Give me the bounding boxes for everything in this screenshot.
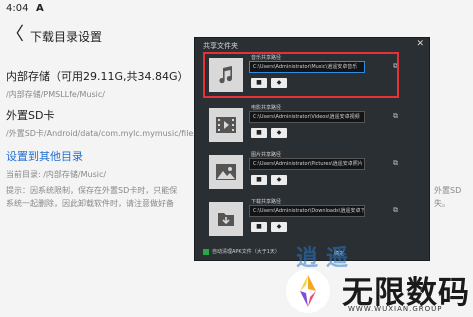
note-line-2-tail: 失。 xyxy=(434,199,450,208)
download-share-label: 下载共享路径 xyxy=(251,199,282,205)
sd-card-label: 外置SD卡 xyxy=(6,109,55,122)
android-explore-button[interactable]: ◆ xyxy=(271,175,287,185)
video-share-item: 电影共享路径 C:\Users\Administrator\Videos\逍遥安… xyxy=(205,104,410,144)
status-bar: 4:04 A xyxy=(0,0,473,18)
highlight-annotation xyxy=(203,52,399,98)
internal-storage-label: 内部存储（可用29.11G,共34.84G） xyxy=(6,70,189,83)
android-icon: ◆ xyxy=(276,129,282,136)
picture-path-input[interactable]: C:\Users\Administrator\Pictures\逍遥安卓照片 xyxy=(249,158,365,170)
windows-explore-button[interactable]: ■ xyxy=(251,222,267,232)
download-share-item: 下载共享路径 C:\Users\Administrator\Downloads\… xyxy=(205,198,410,238)
other-directory-link[interactable]: 设置到其他目录 xyxy=(6,148,106,164)
close-icon[interactable]: ✕ xyxy=(416,39,424,49)
wuxian-watermark: 无限数码 WWW.WUXIAN.GROUP xyxy=(282,255,473,317)
open-folder-icon[interactable]: ⧉ xyxy=(393,112,398,121)
android-icon: ◆ xyxy=(276,223,282,230)
picture-icon xyxy=(209,155,243,189)
windows-explore-button[interactable]: ■ xyxy=(251,128,267,138)
auto-clean-apk-label: 自动清理APK文件（大于1天） xyxy=(212,249,280,255)
open-folder-icon[interactable]: ⧉ xyxy=(393,159,398,168)
video-path-input[interactable]: C:\Users\Administrator\Videos\逍遥安卓视频 xyxy=(249,111,365,123)
android-icon: ◆ xyxy=(276,176,282,183)
picture-share-label: 图片共享路径 xyxy=(251,152,282,158)
watermark-url: WWW.WUXIAN.GROUP xyxy=(348,305,443,313)
open-folder-icon[interactable]: ⧉ xyxy=(393,206,398,215)
sd-card-option[interactable]: 外置SD卡 /外置SD卡/Android/data/com.mylc.mymus… xyxy=(6,107,200,139)
windows-icon: ■ xyxy=(256,129,262,136)
windows-explore-button[interactable]: ■ xyxy=(251,175,267,185)
back-icon[interactable]: 〈 xyxy=(6,24,24,46)
wuxian-logo-icon xyxy=(286,269,330,313)
sd-card-path: /外置SD卡/Android/data/com.mylc.mymusic/fil… xyxy=(6,129,201,138)
internal-storage-option[interactable]: 内部存储（可用29.11G,共34.84G） /内部存储/PMSLLfe/Mus… xyxy=(6,68,189,100)
other-directory-option[interactable]: 设置到其他目录 当前目录: /内部存储/Music/ xyxy=(6,148,106,180)
video-share-label: 电影共享路径 xyxy=(251,105,282,111)
auto-clean-apk-option[interactable]: 自动清理APK文件（大于1天） xyxy=(203,248,280,255)
download-path-input[interactable]: C:\Users\Administrator\Downloads\逍遥安卓下载 xyxy=(249,205,365,217)
download-icon xyxy=(209,202,243,236)
video-icon xyxy=(209,108,243,142)
checkbox-checked-icon[interactable] xyxy=(203,248,209,255)
clock: 4:04 xyxy=(6,3,29,14)
picture-share-item: 图片共享路径 C:\Users\Administrator\Pictures\逍… xyxy=(205,151,410,191)
dialog-title: 共享文件夹 xyxy=(203,42,238,50)
note-line-1-tail: 外置SD xyxy=(434,186,462,195)
page-title: 下载目录设置 xyxy=(30,30,103,44)
notification-icon: A xyxy=(36,3,44,14)
android-explore-button[interactable]: ◆ xyxy=(271,128,287,138)
android-explore-button[interactable]: ◆ xyxy=(271,222,287,232)
note-line-1: 提示：因系统限制，保存在外置SD卡时，只能保 xyxy=(6,186,178,195)
current-directory: 当前目录: /内部存储/Music/ xyxy=(6,170,107,179)
internal-storage-path: /内部存储/PMSLLfe/Music/ xyxy=(6,90,105,99)
windows-icon: ■ xyxy=(256,176,262,183)
windows-icon: ■ xyxy=(256,223,262,230)
